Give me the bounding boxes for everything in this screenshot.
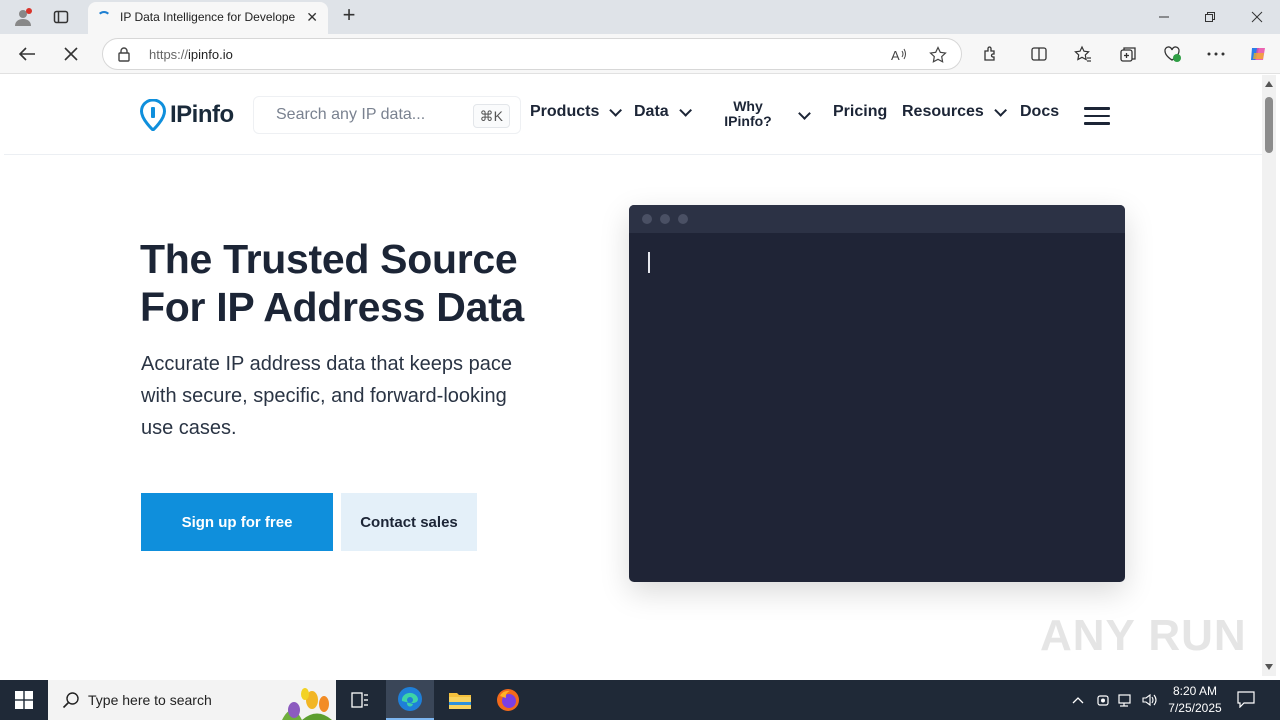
nav-products[interactable]: Products [530, 103, 623, 121]
tab-ipinfo[interactable]: IP Data Intelligence for Developers ✕ [88, 2, 328, 34]
chevron-down-icon [678, 103, 692, 117]
sign-up-button[interactable]: Sign up for free [141, 493, 333, 551]
copilot-icon[interactable] [1246, 42, 1270, 66]
chevron-down-icon[interactable] [798, 107, 811, 120]
nav-why-line1: Why [733, 98, 763, 114]
meet-now-icon[interactable] [1095, 692, 1111, 708]
browser-essentials-icon[interactable] [1160, 42, 1184, 66]
windows-start-icon[interactable] [0, 680, 48, 720]
nav-pricing[interactable]: Pricing [833, 103, 887, 121]
scrollbar-thumb[interactable] [1265, 97, 1273, 153]
new-tab-button[interactable]: + [338, 4, 360, 28]
read-aloud-icon[interactable]: A [889, 46, 909, 64]
browser-tab-bar: IP Data Intelligence for Developers ✕ + [0, 0, 1280, 34]
network-icon[interactable] [1118, 692, 1134, 708]
contact-sales-button[interactable]: Contact sales [341, 493, 477, 551]
firefox-icon[interactable] [484, 680, 532, 720]
location-pin-logo-icon [140, 99, 166, 131]
file-explorer-icon[interactable] [436, 680, 484, 720]
task-view-icon[interactable] [336, 680, 384, 720]
tab-title: IP Data Intelligence for Developers [120, 10, 296, 24]
restore-icon[interactable] [1198, 6, 1222, 28]
split-screen-icon[interactable] [1027, 42, 1051, 66]
show-hidden-icons-icon[interactable] [1070, 692, 1086, 708]
search-icon [62, 691, 80, 714]
search-shortcut-badge: ⌘K [472, 104, 510, 128]
favorite-star-icon[interactable] [928, 46, 948, 64]
page-scrollbar[interactable] [1262, 75, 1276, 676]
chevron-down-icon [994, 103, 1007, 117]
nav-why-ipinfo[interactable]: Why IPinfo? [718, 99, 778, 129]
taskbar-search-placeholder: Type here to search [88, 692, 212, 708]
more-options-icon[interactable] [1204, 42, 1228, 66]
windows-taskbar: Type here to search 8:20 AM 7/25/2025 [0, 680, 1280, 720]
back-icon[interactable] [14, 42, 40, 66]
loading-spinner-icon [97, 11, 111, 25]
tab-actions-icon[interactable] [48, 5, 74, 29]
clock-time: 8:20 AM [1172, 684, 1218, 698]
extensions-icon[interactable] [979, 42, 1003, 66]
close-window-icon[interactable] [1245, 6, 1269, 28]
site-search[interactable]: ⌘K [253, 96, 521, 134]
ipinfo-logo[interactable]: IPinfo [140, 99, 234, 131]
system-clock[interactable]: 8:20 AM 7/25/2025 [1160, 683, 1230, 717]
window-dot-icon [642, 214, 652, 224]
url-text: https://ipinfo.io [149, 47, 233, 62]
clock-date: 7/25/2025 [1168, 701, 1222, 715]
minimize-icon[interactable] [1152, 6, 1176, 28]
profile-icon[interactable] [10, 5, 36, 29]
site-header: IPinfo ⌘K Products Data Why IPinfo? Pric… [4, 75, 1262, 155]
terminal-window [629, 205, 1125, 582]
svg-text:A: A [891, 48, 900, 63]
page-viewport: IPinfo ⌘K Products Data Why IPinfo? Pric… [4, 75, 1262, 676]
nav-docs-label: Docs [1020, 103, 1060, 120]
notification-center-icon[interactable] [1236, 690, 1258, 710]
browser-toolbar: https://ipinfo.io A [0, 34, 1280, 74]
taskbar-search[interactable]: Type here to search [48, 680, 336, 720]
nav-docs[interactable]: Docs [1020, 103, 1059, 121]
window-dot-icon [660, 214, 670, 224]
volume-icon[interactable] [1142, 692, 1158, 708]
close-tab-icon[interactable]: ✕ [306, 9, 318, 26]
nav-products-label: Products [530, 103, 600, 120]
anyrun-watermark: ANY RUN [1040, 611, 1247, 660]
nav-why-line2: IPinfo? [724, 113, 772, 129]
nav-data[interactable]: Data [634, 103, 692, 121]
terminal-title-bar [629, 205, 1125, 233]
address-bar[interactable]: https://ipinfo.io A [102, 38, 962, 70]
nav-pricing-label: Pricing [833, 103, 888, 120]
hamburger-menu-icon[interactable] [1084, 107, 1110, 125]
stop-loading-icon[interactable] [58, 42, 84, 66]
nav-resources[interactable]: Resources [902, 103, 1007, 121]
window-dot-icon [678, 214, 688, 224]
nav-resources-label: Resources [902, 103, 984, 120]
hero-title: The Trusted Source For IP Address Data [140, 236, 524, 330]
search-highlight-flowers-icon [282, 688, 332, 720]
scroll-down-arrow-icon[interactable] [1265, 664, 1273, 670]
nav-data-label: Data [634, 103, 669, 120]
lock-icon[interactable] [117, 46, 131, 67]
scroll-up-arrow-icon[interactable] [1265, 81, 1273, 87]
collections-icon[interactable] [1116, 42, 1140, 66]
terminal-cursor [648, 252, 650, 273]
site-search-input[interactable] [276, 106, 466, 124]
favorites-icon[interactable] [1071, 42, 1095, 66]
hero-subtitle: Accurate IP address data that keeps pace… [141, 353, 512, 439]
logo-text: IPinfo [170, 101, 234, 128]
chevron-down-icon [609, 103, 623, 117]
edge-taskbar-icon[interactable] [386, 680, 434, 720]
